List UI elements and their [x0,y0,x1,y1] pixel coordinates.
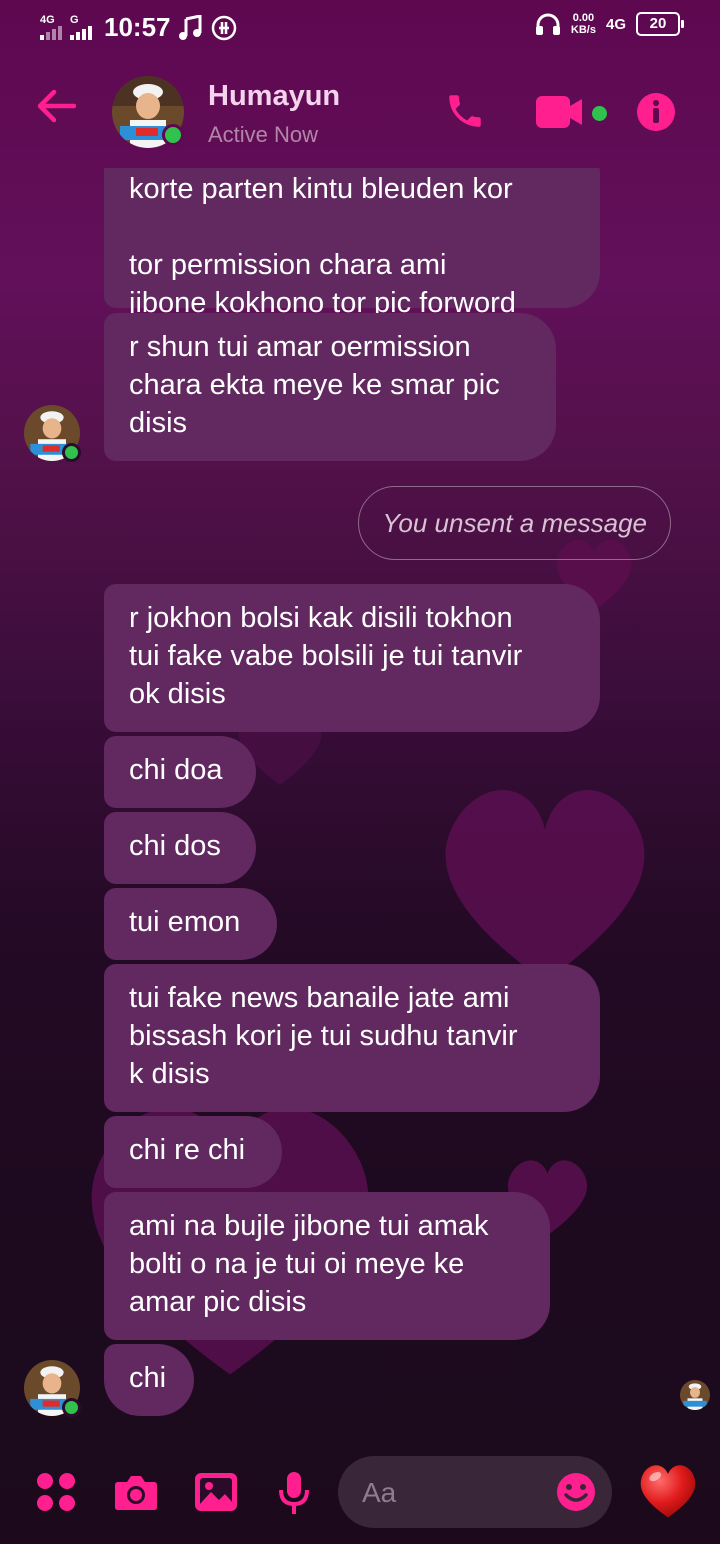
headphones-icon [535,13,560,35]
data-saver-icon [211,15,236,40]
message-bubble[interactable]: korte parten kintu bleuden kor tor permi… [104,168,600,357]
status-right: 0.00 KB/s 4G 20 [535,12,684,36]
presence-status: Active Now [208,122,319,147]
status-left: 4G G 10:57 [40,12,237,43]
message-bubble[interactable]: r shun tui amar oermission chara ekta me… [104,313,556,461]
message-bubble[interactable]: tui emon [104,888,277,960]
message-bubble[interactable]: ami na bujle jibone tui amak bolti o na … [104,1192,550,1340]
message-bubble[interactable]: tui fake news banaile jate ami bissash k… [104,964,600,1112]
signal-bars-icon [40,26,62,40]
speed-value: 0.00 [572,12,595,24]
message-list[interactable]: korte parten kintu bleuden kor tor permi… [0,168,720,1436]
phone-icon[interactable] [444,90,486,132]
signal-bars-icon [70,26,92,40]
network-type-label: G [70,14,79,26]
video-active-indicator [592,106,607,121]
message-bubble[interactable]: r jokhon bolsi kak disili tokhon tui fak… [104,584,600,732]
camera-icon[interactable] [114,1472,158,1512]
online-indicator [62,443,81,462]
message-input[interactable] [360,1472,554,1514]
online-indicator [62,1398,81,1417]
music-note-icon [178,14,201,40]
back-arrow-icon[interactable] [36,88,76,124]
signal-indicator-2: G [70,15,92,40]
read-receipt-avatar [680,1380,710,1410]
heart-like-icon[interactable] [636,1460,700,1520]
message-bubble[interactable]: chi doa [104,736,256,808]
network-type-label: 4G [40,14,55,26]
network-speed: 0.00 KB/s [571,12,596,36]
speed-unit: KB/s [570,24,596,36]
message-bubble[interactable]: chi [104,1344,194,1416]
profile-photo [680,1380,710,1410]
message-input-box[interactable] [338,1456,612,1528]
clock: 10:57 [104,12,171,42]
info-icon[interactable] [636,92,676,132]
video-camera-icon[interactable] [536,94,586,130]
composer-bar [0,1440,720,1544]
status-bar: 4G G 10:57 0.00 KB/s 4G 20 [0,0,720,56]
online-indicator [162,124,184,146]
conversation-header: Humayun Active Now [0,64,720,164]
signal-indicator-1: 4G [40,15,62,40]
network-type-label: 4G [605,15,626,33]
message-bubble[interactable]: chi re chi [104,1116,282,1188]
battery-icon: 20 [636,12,684,36]
unsent-message-notice: You unsent a message [358,486,671,560]
gallery-icon[interactable] [194,1472,238,1512]
contact-name[interactable]: Humayun [208,80,340,113]
menu-dots-icon[interactable] [36,1472,76,1512]
emoji-icon[interactable] [556,1472,596,1512]
message-text: korte parten kintu bleuden kor [129,173,513,205]
message-bubble[interactable]: chi dos [104,812,256,884]
microphone-icon[interactable] [278,1470,310,1516]
